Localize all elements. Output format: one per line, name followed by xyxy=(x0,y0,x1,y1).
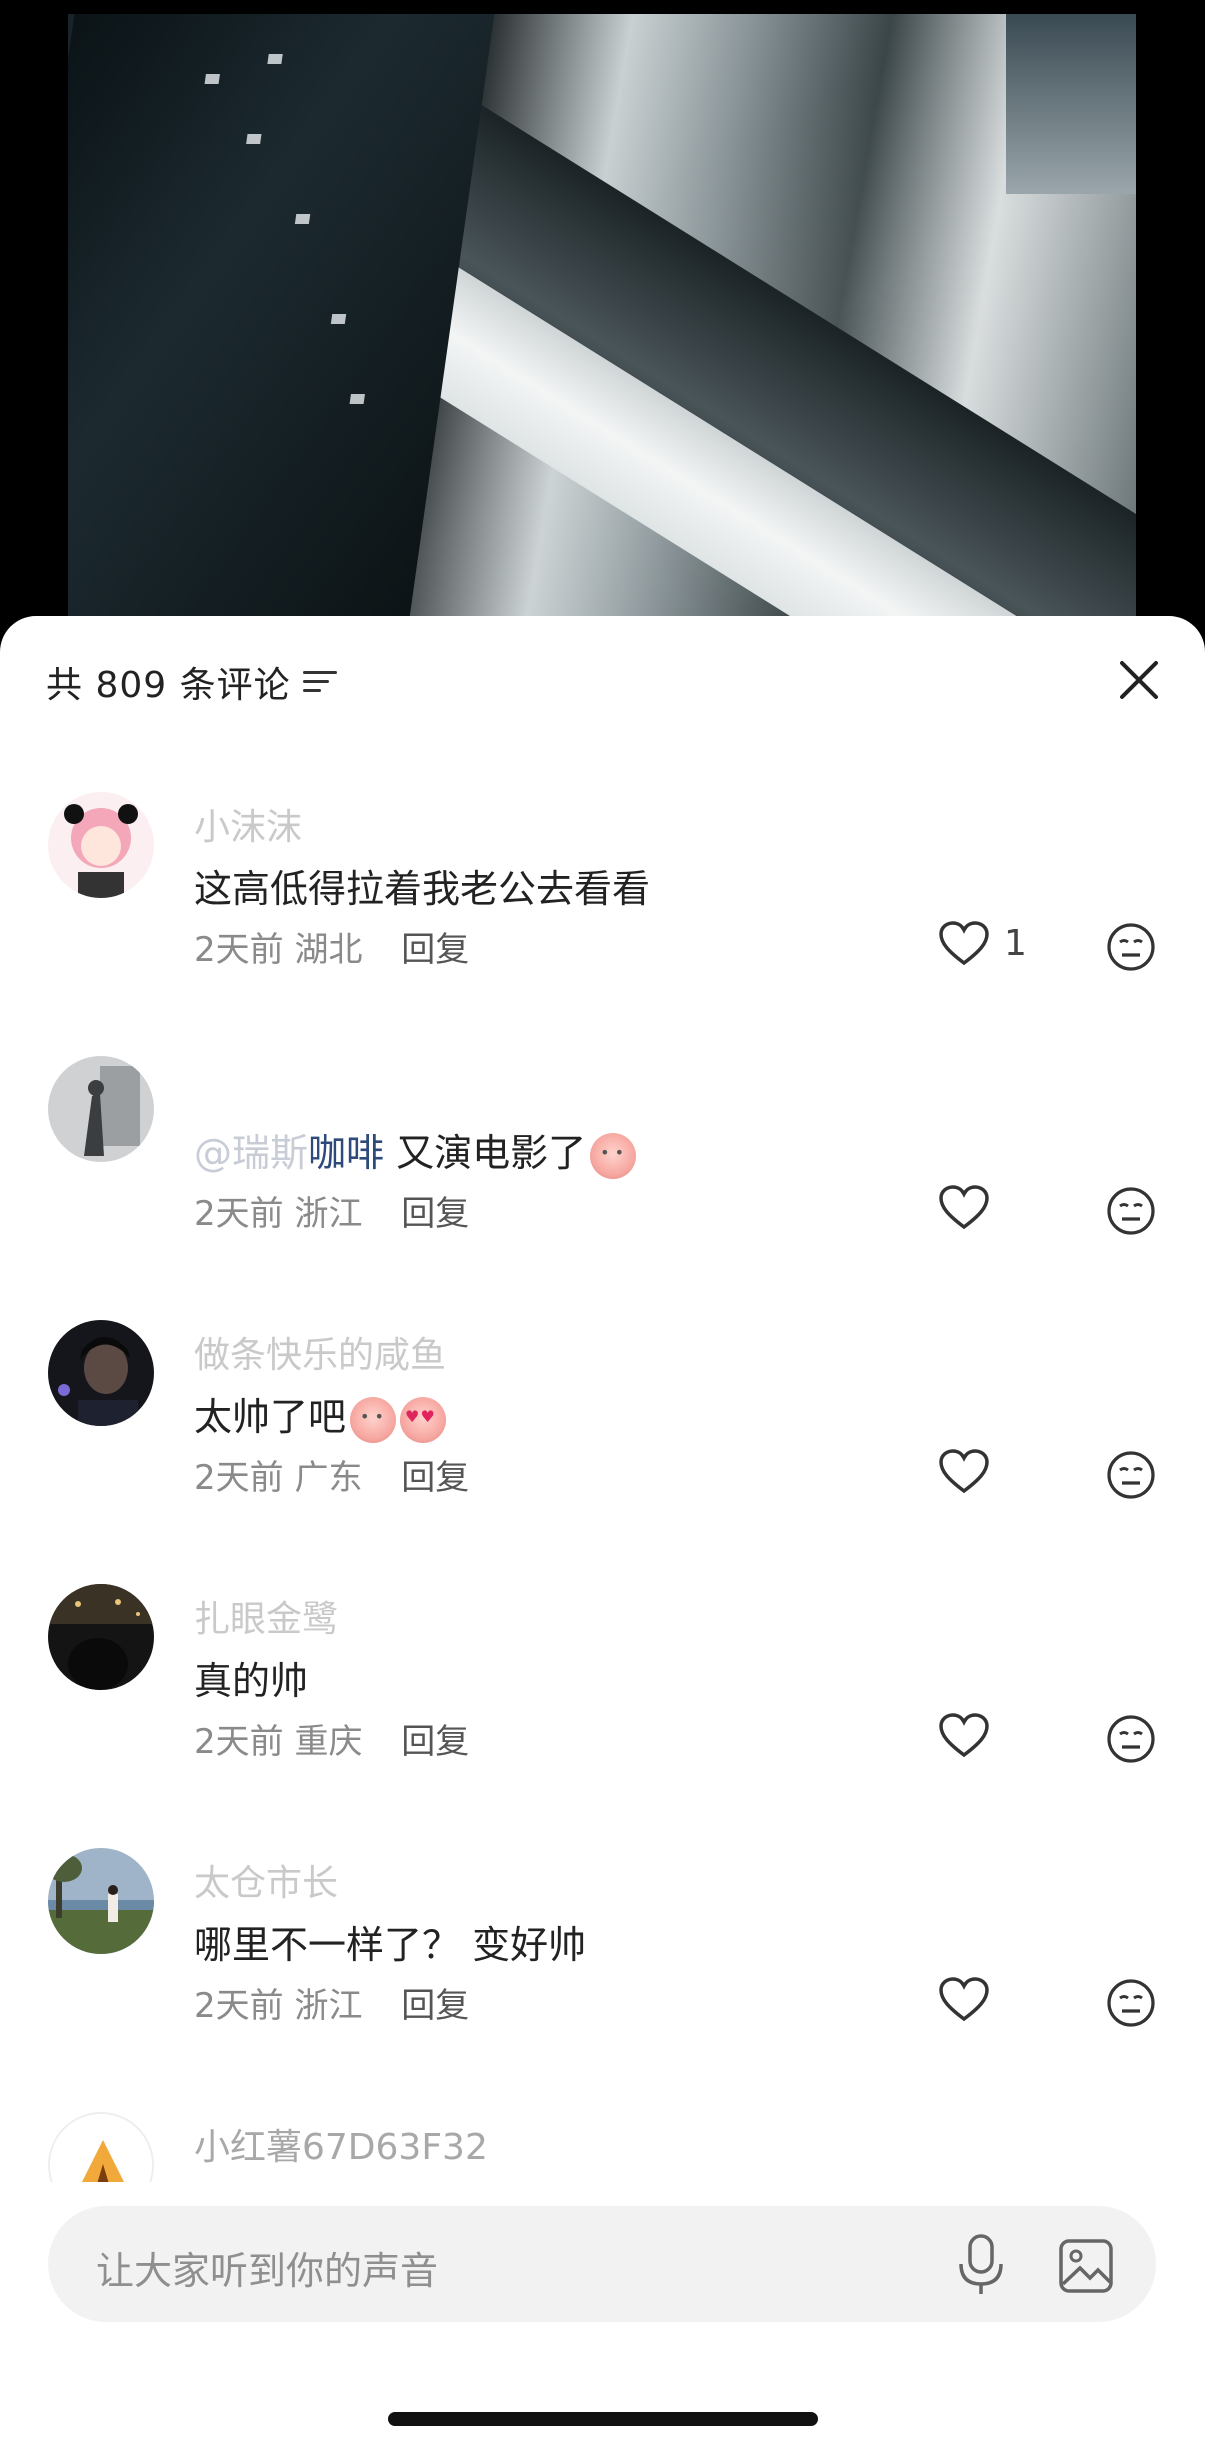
comment-meta: 2天前 浙江 回复 xyxy=(194,1186,469,1235)
close-icon[interactable] xyxy=(1115,656,1163,704)
avatar[interactable] xyxy=(48,2112,154,2182)
heart-icon xyxy=(939,1449,989,1494)
image-icon[interactable] xyxy=(1058,2238,1114,2294)
reply-button[interactable]: 回复 xyxy=(401,1986,469,2026)
comment-meta: 2天前 浙江 回复 xyxy=(194,1978,469,2027)
username[interactable]: 扎眼金鹭 xyxy=(194,1590,338,1642)
video-player[interactable] xyxy=(68,14,1136,634)
comment-item: 扎眼金鹭 真的帅 2天前 重庆 回复 xyxy=(0,1584,1205,1844)
home-indicator[interactable] xyxy=(388,2412,818,2426)
comment-time: 2天前 xyxy=(194,930,284,970)
emoji-icon[interactable] xyxy=(1106,1450,1156,1500)
comment-header: 共 809 条评论 xyxy=(46,652,339,712)
video-building-left xyxy=(68,14,498,634)
comment-input-placeholder[interactable]: 让大家听到你的声音 xyxy=(96,2240,438,2295)
comment-time: 2天前 xyxy=(194,1722,284,1762)
comment-item: 小红薯67D63F32 xyxy=(0,2112,1205,2182)
like-button[interactable] xyxy=(938,1976,990,2022)
reply-button[interactable]: 回复 xyxy=(401,930,469,970)
avatar[interactable] xyxy=(48,1056,154,1162)
avatar[interactable] xyxy=(48,792,154,898)
username[interactable]: 小沫沫 xyxy=(194,798,302,850)
comment-item: 太仓市长 哪里不一样了？ 变好帅 2天前 浙江 回复 xyxy=(0,1848,1205,2108)
comment-location: 广东 xyxy=(294,1458,363,1498)
emoji-icon[interactable] xyxy=(1106,922,1156,972)
comment-meta: 2天前 广东 回复 xyxy=(194,1450,469,1499)
heart-eyes-emoji xyxy=(400,1396,447,1443)
comment-text: 真的帅 xyxy=(194,1659,309,1703)
emoji-icon[interactable] xyxy=(1106,1186,1156,1236)
comment-location: 浙江 xyxy=(294,1986,363,2026)
emoji-icon[interactable] xyxy=(1106,1714,1156,1764)
comment-count: 共 809 条评论 xyxy=(46,665,291,706)
comment-text-body: 太帅了吧 xyxy=(194,1395,347,1439)
comment-location: 湖北 xyxy=(294,930,363,970)
comment-item: 做条快乐的咸鱼 太帅了吧 2天前 广东 回复 xyxy=(0,1320,1205,1580)
comment-text: @瑞斯咖啡 又演电影了 xyxy=(194,1122,637,1179)
heart-icon xyxy=(939,1713,989,1758)
comment-time: 2天前 xyxy=(194,1458,284,1498)
like-button[interactable] xyxy=(938,1712,990,1758)
like-count: 1 xyxy=(1004,922,1027,964)
heart-icon xyxy=(939,1185,989,1230)
like-button[interactable]: 1 xyxy=(938,920,1027,966)
avatar[interactable] xyxy=(48,1584,154,1690)
like-button[interactable] xyxy=(938,1448,990,1494)
reply-button[interactable]: 回复 xyxy=(401,1458,469,1498)
heart-icon xyxy=(939,921,989,966)
sort-icon[interactable] xyxy=(302,667,339,697)
avatar[interactable] xyxy=(48,1320,154,1426)
video-building-right xyxy=(1006,14,1136,194)
teary-emoji xyxy=(350,1396,397,1443)
blush-emoji xyxy=(590,1132,637,1179)
comment-text-body: 又演电影了 xyxy=(384,1131,587,1175)
comment-location: 浙江 xyxy=(294,1194,363,1234)
comment-location: 重庆 xyxy=(294,1722,363,1762)
comment-item: 小沫沫 这高低得拉着我老公去看看 2天前 湖北 回复 1 xyxy=(0,792,1205,1052)
heart-icon xyxy=(939,1977,989,2022)
comment-sheet: 共 809 条评论 小沫沫 这高低得拉着我老公去看看 2天前 湖北 回复 1 @… xyxy=(0,616,1205,2452)
comment-input[interactable]: 让大家听到你的声音 xyxy=(48,2206,1156,2322)
comment-text: 哪里不一样了？ 变好帅 xyxy=(194,1923,587,1967)
microphone-icon[interactable] xyxy=(956,2234,1006,2296)
comment-meta: 2天前 湖北 回复 xyxy=(194,922,469,971)
username[interactable]: 太仓市长 xyxy=(194,1854,338,1906)
username[interactable]: 小红薯67D63F32 xyxy=(194,2118,488,2170)
comment-meta: 2天前 重庆 回复 xyxy=(194,1714,469,1763)
username[interactable]: 做条快乐的咸鱼 xyxy=(194,1326,446,1378)
emoji-icon[interactable] xyxy=(1106,1978,1156,2028)
mention-link-tail[interactable]: 咖啡 xyxy=(308,1131,384,1175)
reply-button[interactable]: 回复 xyxy=(401,1722,469,1762)
comment-time: 2天前 xyxy=(194,1194,284,1234)
like-button[interactable] xyxy=(938,1184,990,1230)
mention-link[interactable]: @瑞斯 xyxy=(194,1131,308,1175)
comment-time: 2天前 xyxy=(194,1986,284,2026)
reply-button[interactable]: 回复 xyxy=(401,1194,469,1234)
comment-item: @瑞斯咖啡 又演电影了 2天前 浙江 回复 xyxy=(0,1056,1205,1316)
comment-text: 太帅了吧 xyxy=(194,1386,447,1443)
avatar[interactable] xyxy=(48,1848,154,1954)
comment-text: 这高低得拉着我老公去看看 xyxy=(194,867,651,911)
